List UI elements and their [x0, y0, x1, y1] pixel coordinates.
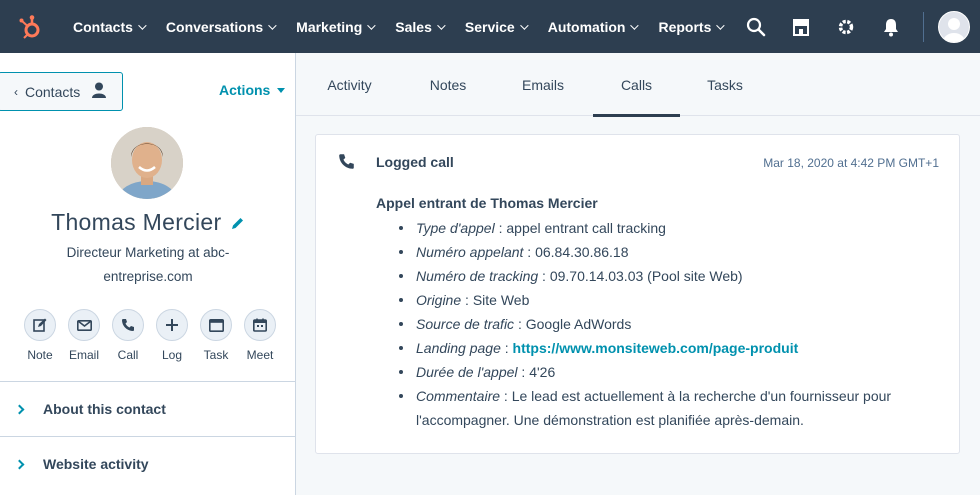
email-button[interactable]: Email	[62, 309, 106, 362]
logged-call-card: Logged call Mar 18, 2020 at 4:42 PM GMT+…	[315, 134, 960, 454]
search-icon[interactable]	[733, 0, 778, 53]
chevron-down-icon	[630, 20, 640, 30]
list-item: Numéro appelant : 06.84.30.86.18	[396, 240, 936, 264]
about-contact-label: About this contact	[43, 401, 166, 417]
list-item: Landing page : https://www.monsiteweb.co…	[396, 336, 936, 360]
edit-pencil-icon[interactable]	[230, 216, 245, 236]
nav-divider	[923, 11, 924, 42]
nav-conversations[interactable]: Conversations	[155, 0, 285, 53]
call-details-list: Type d'appel : appel entrant call tracki…	[396, 216, 936, 432]
tab-activity[interactable]: Activity	[296, 53, 403, 116]
top-navigation: Contacts Conversations Marketing Sales S…	[0, 0, 980, 53]
card-title: Logged call	[376, 154, 454, 170]
note-button[interactable]: Note	[18, 309, 62, 362]
chevron-right-icon	[14, 404, 25, 414]
nav-automation[interactable]: Automation	[537, 0, 648, 53]
actions-label: Actions	[219, 82, 271, 98]
quick-actions: Note Email Call Log Task Meet	[18, 309, 282, 362]
contact-job-title: Directeur Marketing at abc-entreprise.co…	[66, 245, 230, 284]
plus-icon	[156, 309, 188, 341]
tab-emails[interactable]: Emails	[493, 53, 593, 116]
task-label: Task	[203, 348, 229, 362]
person-icon	[92, 82, 107, 101]
nav-marketing[interactable]: Marketing	[285, 0, 384, 53]
website-activity-label: Website activity	[43, 456, 149, 472]
list-item: Origine : Site Web	[396, 288, 936, 312]
landing-page-link[interactable]: https://www.monsiteweb.com/page-produit	[513, 340, 799, 356]
email-envelope-icon	[68, 309, 100, 341]
chevron-down-icon	[367, 20, 376, 30]
tab-notes[interactable]: Notes	[403, 53, 493, 116]
back-to-contacts-button[interactable]: ‹ Contacts	[0, 72, 123, 111]
list-item: Numéro de tracking : 09.70.14.03.03 (Poo…	[396, 264, 936, 288]
list-item: Durée de l'appel : 4'26	[396, 360, 936, 384]
chevron-down-icon	[519, 20, 529, 30]
list-item: Commentaire : Le lead est actuellement à…	[396, 384, 936, 432]
chevron-down-icon	[437, 20, 446, 30]
phone-icon	[338, 153, 355, 175]
tab-calls[interactable]: Calls	[593, 53, 680, 117]
contact-name: Thomas Mercier	[51, 209, 222, 235]
user-avatar-icon[interactable]	[938, 10, 970, 43]
activity-tabs: Activity Notes Emails Calls Tasks	[296, 53, 980, 117]
nav-service[interactable]: Service	[454, 0, 537, 53]
note-label: Note	[27, 348, 53, 362]
contact-sidebar: ‹ Contacts Actions Thomas Mercier Direct…	[0, 53, 296, 495]
call-timestamp: Mar 18, 2020 at 4:42 PM GMT+1	[763, 156, 939, 170]
log-label: Log	[161, 348, 183, 362]
chevron-down-icon	[268, 20, 277, 30]
call-label: Call	[117, 348, 139, 362]
list-item: Type d'appel : appel entrant call tracki…	[396, 216, 936, 240]
task-button[interactable]: Task	[194, 309, 238, 362]
hubspot-sprocket-icon[interactable]	[0, 0, 62, 53]
nav-contacts[interactable]: Contacts	[62, 0, 155, 53]
settings-gear-icon[interactable]	[823, 0, 868, 53]
marketplace-icon[interactable]	[778, 0, 823, 53]
contact-avatar	[111, 127, 183, 199]
call-heading: Appel entrant de Thomas Mercier	[376, 195, 598, 211]
chevron-down-icon	[138, 20, 147, 30]
chevron-right-icon	[14, 459, 25, 469]
log-button[interactable]: Log	[150, 309, 194, 362]
task-icon	[200, 309, 232, 341]
list-item: Source de trafic : Google AdWords	[396, 312, 936, 336]
actions-dropdown[interactable]: Actions	[219, 82, 286, 98]
nav-sales[interactable]: Sales	[384, 0, 454, 53]
calendar-icon	[244, 309, 276, 341]
chevron-left-icon: ‹	[14, 84, 18, 99]
chevron-down-icon	[716, 20, 726, 30]
notifications-bell-icon[interactable]	[868, 0, 913, 53]
phone-icon	[112, 309, 144, 341]
meet-button[interactable]: Meet	[238, 309, 282, 362]
back-button-label: Contacts	[25, 83, 81, 100]
tab-tasks[interactable]: Tasks	[680, 53, 770, 116]
nav-reports[interactable]: Reports	[647, 0, 733, 53]
meet-label: Meet	[246, 348, 274, 362]
about-contact-section[interactable]: About this contact	[0, 381, 296, 436]
note-edit-icon	[24, 309, 56, 341]
call-button[interactable]: Call	[106, 309, 150, 362]
email-label: Email	[68, 348, 99, 362]
website-activity-section[interactable]: Website activity	[0, 436, 296, 491]
caret-down-icon	[277, 87, 286, 93]
